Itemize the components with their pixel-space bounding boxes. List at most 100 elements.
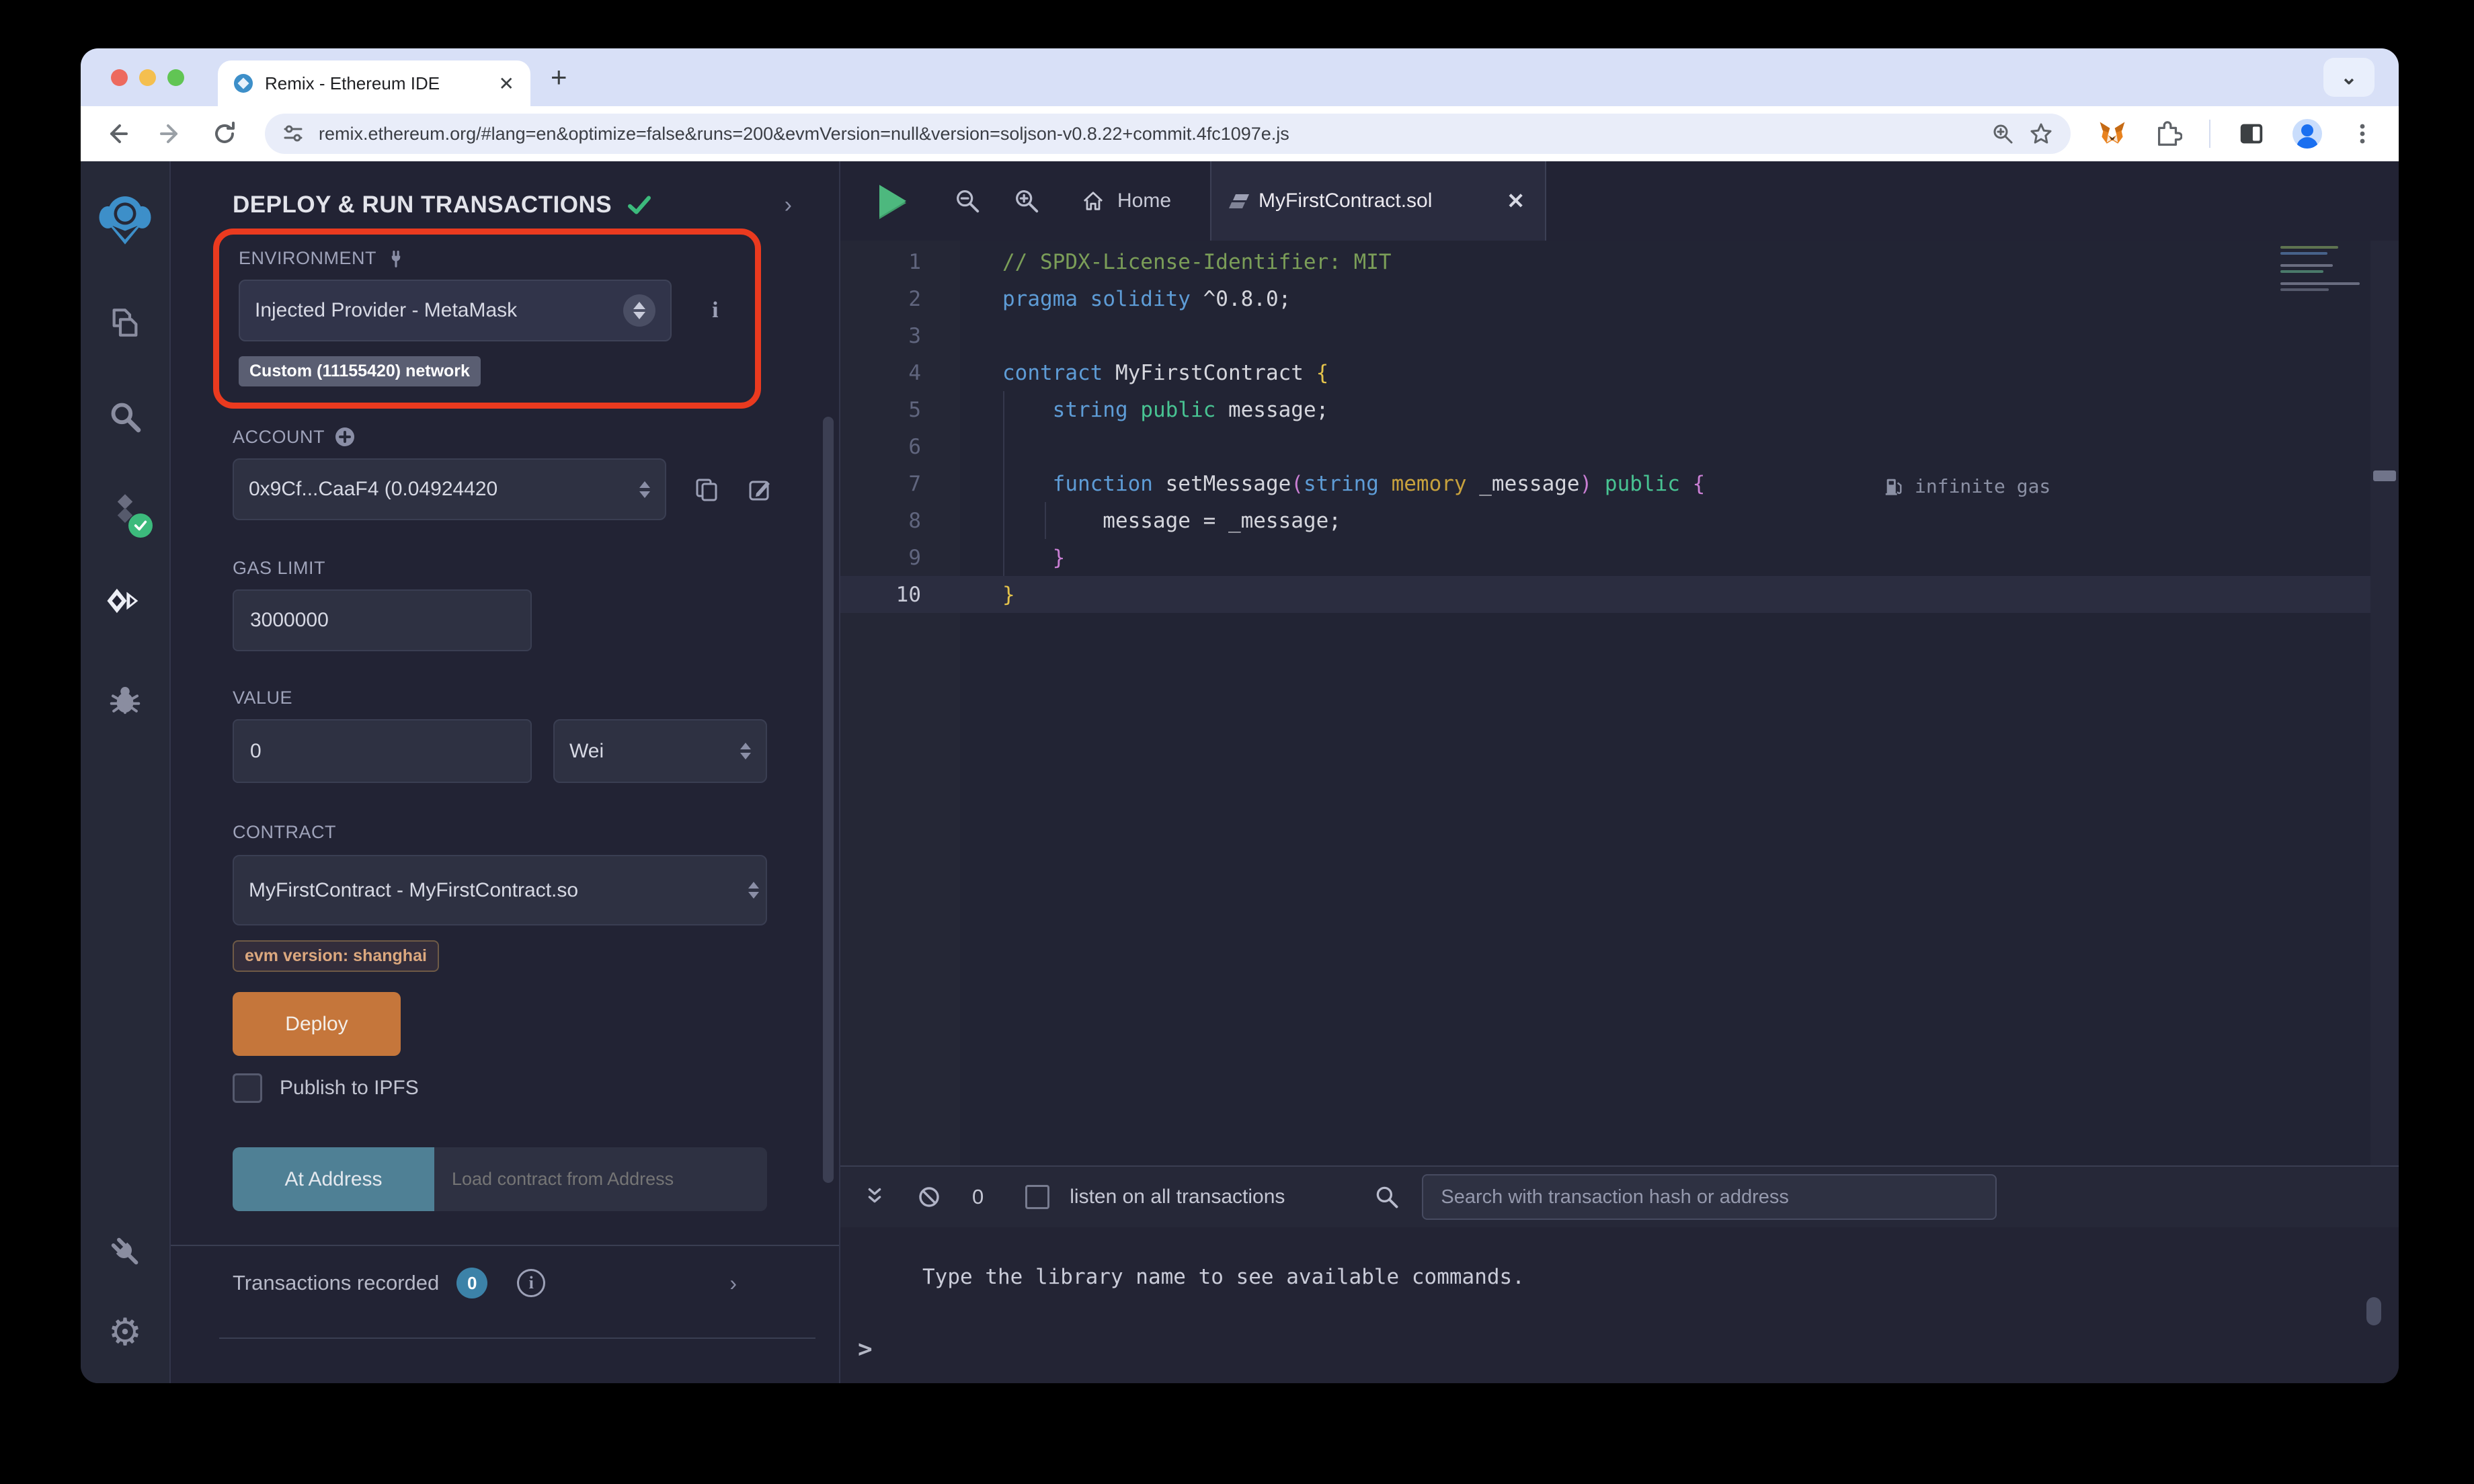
- at-address-button[interactable]: At Address: [233, 1147, 434, 1211]
- profile-avatar[interactable]: [2292, 119, 2322, 149]
- listen-transactions-label: listen on all transactions: [1070, 1186, 1285, 1208]
- edit-account-icon[interactable]: [747, 476, 774, 503]
- remix-app: ⚙ DEPLOY & RUN TRANSACTIONS › ENVIRONMEN…: [81, 161, 2399, 1383]
- terminal-output[interactable]: Type the library name to see available c…: [840, 1227, 2399, 1383]
- reload-icon[interactable]: [211, 120, 238, 147]
- metamask-icon[interactable]: [2098, 119, 2127, 149]
- deploy-run-icon[interactable]: [106, 585, 145, 625]
- search-icon[interactable]: [106, 397, 144, 437]
- side-panel-icon[interactable]: [2237, 120, 2266, 148]
- file-explorer-icon[interactable]: [106, 302, 144, 343]
- extensions-icon[interactable]: [2154, 120, 2182, 148]
- zoom-page-icon[interactable]: [1991, 122, 2014, 145]
- environment-select-arrows-icon[interactable]: [623, 294, 655, 327]
- transactions-recorded-row[interactable]: Transactions recorded 0 i ›: [233, 1268, 792, 1298]
- new-tab-button[interactable]: +: [551, 61, 567, 93]
- clear-console-icon[interactable]: [916, 1184, 943, 1210]
- back-icon[interactable]: [104, 120, 130, 147]
- code-line[interactable]: 7 function setMessage(string memory _mes…: [840, 465, 2370, 502]
- code-line[interactable]: 9 }: [840, 539, 2370, 576]
- code-text: string public message;: [960, 398, 1328, 422]
- publish-ipfs-checkbox[interactable]: [233, 1073, 262, 1103]
- tab-title: Remix - Ethereum IDE: [265, 73, 440, 94]
- code-line[interactable]: 10}: [840, 576, 2370, 613]
- code-line[interactable]: 1// SPDX-License-Identifier: MIT: [840, 243, 2370, 280]
- forward-icon[interactable]: [157, 120, 184, 147]
- account-value: 0x9Cf...CaaF4 (0.04924420: [249, 478, 497, 501]
- maximize-window-button[interactable]: [167, 69, 184, 86]
- panel-header: DEPLOY & RUN TRANSACTIONS ›: [233, 191, 792, 219]
- solidity-compiler-icon[interactable]: [107, 491, 143, 531]
- remix-logo[interactable]: [95, 191, 155, 249]
- deploy-button[interactable]: Deploy: [233, 992, 401, 1056]
- run-script-icon[interactable]: [879, 185, 906, 217]
- value-input[interactable]: [233, 719, 532, 783]
- value-unit-select[interactable]: Wei: [553, 719, 767, 783]
- close-tab-icon[interactable]: ✕: [499, 73, 514, 95]
- browser-tab[interactable]: Remix - Ethereum IDE ✕: [218, 60, 530, 106]
- tab-file-label: MyFirstContract.sol: [1259, 190, 1493, 212]
- close-file-tab-icon[interactable]: ✕: [1507, 188, 1525, 214]
- tab-myfirstcontract[interactable]: MyFirstContract.sol ✕: [1210, 161, 1546, 241]
- code-line[interactable]: 4contract MyFirstContract {: [840, 354, 2370, 391]
- line-number: 4: [840, 361, 960, 385]
- panel-divider: [171, 1245, 839, 1246]
- editor-scrollbar-thumb[interactable]: [2373, 470, 2396, 481]
- url-text[interactable]: remix.ethereum.org/#lang=en&optimize=fal…: [319, 124, 1977, 145]
- code-editor[interactable]: 1// SPDX-License-Identifier: MIT2pragma …: [840, 241, 2399, 1165]
- code-text: message = _message;: [960, 509, 1341, 533]
- bookmark-star-icon[interactable]: [2029, 122, 2053, 146]
- indent-guide: [1003, 391, 1004, 576]
- tab-home[interactable]: Home: [1081, 189, 1171, 213]
- zoom-out-icon[interactable]: [953, 187, 982, 215]
- contract-select[interactable]: MyFirstContract - MyFirstContract.so: [233, 855, 767, 925]
- terminal-search-input[interactable]: [1422, 1174, 1997, 1220]
- code-line[interactable]: 8 message = _message;: [840, 502, 2370, 539]
- site-info-icon[interactable]: [282, 123, 304, 145]
- listen-transactions-checkbox[interactable]: [1025, 1185, 1049, 1209]
- transactions-info-icon[interactable]: i: [517, 1269, 545, 1297]
- terminal-scrollbar-thumb[interactable]: [2366, 1297, 2381, 1325]
- debugger-icon[interactable]: [107, 679, 143, 719]
- environment-info-icon[interactable]: i: [703, 296, 728, 325]
- account-select[interactable]: 0x9Cf...CaaF4 (0.04924420: [233, 458, 666, 520]
- account-select-arrows-icon[interactable]: [639, 481, 650, 498]
- settings-gear-icon[interactable]: ⚙: [108, 1312, 142, 1352]
- terminal-prompt: >: [858, 1335, 873, 1363]
- code-line[interactable]: 6: [840, 428, 2370, 465]
- gas-estimate-annotation: infinite gas: [1884, 468, 2050, 505]
- window-controls: [111, 69, 184, 86]
- zoom-in-icon[interactable]: [1012, 187, 1041, 215]
- transactions-recorded-label: Transactions recorded: [233, 1271, 439, 1295]
- panel-collapse-chevron[interactable]: ›: [785, 192, 792, 218]
- editor-minimap[interactable]: [2280, 246, 2366, 294]
- code-text: }: [960, 546, 1065, 570]
- publish-row: Publish to IPFS: [233, 1073, 792, 1103]
- panel-scrollbar[interactable]: [823, 417, 834, 1183]
- contract-select-arrows-icon[interactable]: [748, 882, 759, 899]
- gas-limit-input[interactable]: [233, 589, 532, 651]
- collapse-terminal-icon[interactable]: [862, 1184, 887, 1210]
- contract-value: MyFirstContract - MyFirstContract.so: [249, 879, 578, 902]
- value-label: VALUE: [233, 688, 792, 708]
- code-text: pragma solidity ^0.8.0;: [960, 287, 1291, 311]
- menu-kebab-icon[interactable]: [2349, 120, 2376, 147]
- transactions-expand-chevron[interactable]: ›: [729, 1271, 737, 1296]
- add-account-icon[interactable]: [334, 426, 356, 448]
- copy-account-icon[interactable]: [693, 476, 720, 503]
- code-line[interactable]: 2pragma solidity ^0.8.0;: [840, 280, 2370, 317]
- publish-ipfs-label: Publish to IPFS: [280, 1077, 419, 1100]
- environment-select[interactable]: Injected Provider - MetaMask: [239, 280, 672, 341]
- editor-scrollbar-track[interactable]: [2370, 241, 2399, 1165]
- deploy-run-panel: DEPLOY & RUN TRANSACTIONS › ENVIRONMENT …: [171, 161, 839, 1383]
- plugin-manager-icon[interactable]: [106, 1231, 144, 1272]
- close-window-button[interactable]: [111, 69, 128, 86]
- value-unit-arrows-icon[interactable]: [740, 743, 751, 759]
- at-address-input[interactable]: [434, 1147, 767, 1211]
- url-bar[interactable]: remix.ethereum.org/#lang=en&optimize=fal…: [265, 114, 2071, 154]
- code-line[interactable]: 3: [840, 317, 2370, 354]
- code-line[interactable]: 5 string public message;: [840, 391, 2370, 428]
- tab-search-button[interactable]: ⌄: [2323, 58, 2375, 97]
- browser-toolbar: remix.ethereum.org/#lang=en&optimize=fal…: [81, 106, 2399, 161]
- minimize-window-button[interactable]: [139, 69, 156, 86]
